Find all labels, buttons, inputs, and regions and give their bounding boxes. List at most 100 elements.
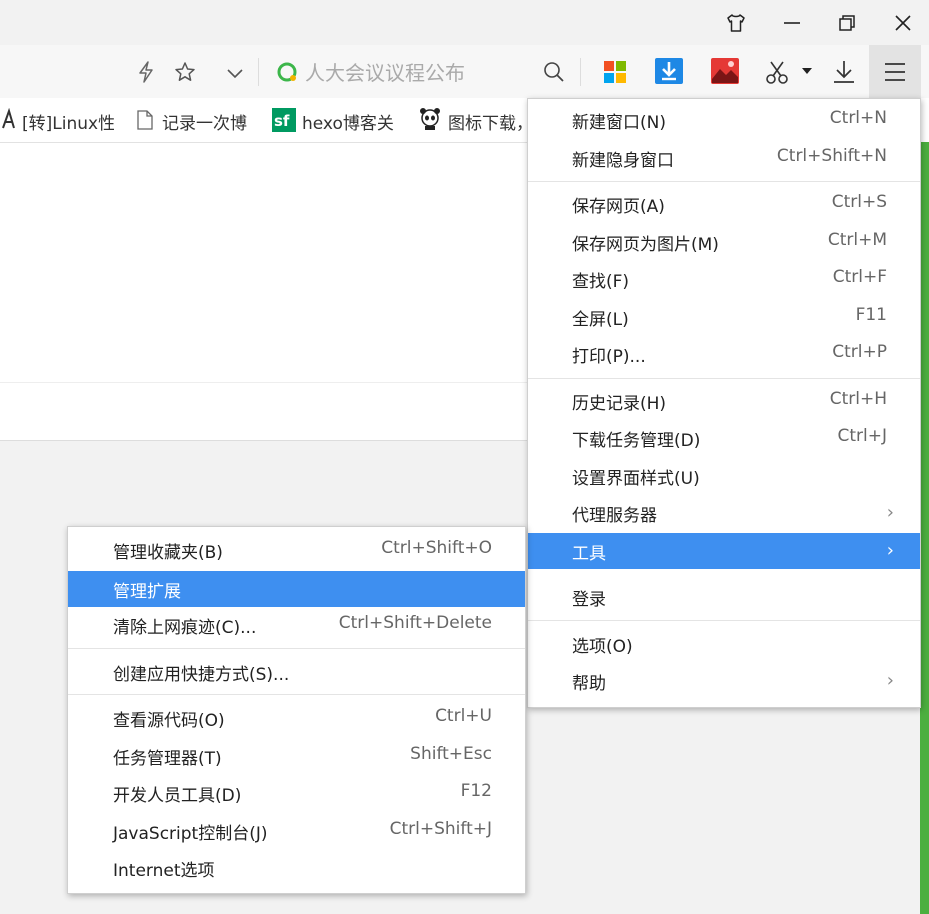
menu-item-shortcut: Ctrl+J — [837, 426, 887, 446]
scrollbar-accent — [920, 142, 929, 914]
menu-item-proxy-server[interactable]: 代理服务器 › — [528, 495, 920, 531]
menu-item-label: 工具 — [572, 544, 606, 564]
restore-icon[interactable] — [822, 0, 872, 45]
menu-item-label: 保存网页(A) — [572, 197, 665, 217]
menu-item-help[interactable]: 帮助 › — [528, 663, 920, 699]
submenu-item-create-app-shortcut[interactable]: 创建应用快捷方式(S)... — [68, 654, 525, 690]
menu-item-label: 代理服务器 — [572, 506, 657, 526]
menu-item-print[interactable]: 打印(P)... Ctrl+P — [528, 336, 920, 372]
menu-item-shortcut: Ctrl+F — [832, 267, 887, 287]
star-icon[interactable] — [172, 59, 198, 85]
menu-item-shortcut: Ctrl+U — [435, 706, 492, 726]
menu-item-label: 打印(P)... — [572, 347, 646, 367]
menu-item-options[interactable]: 选项(O) — [528, 626, 920, 662]
menu-item-new-window[interactable]: 新建窗口(N) Ctrl+N — [528, 102, 920, 138]
bookmark-item[interactable]: 记录一次博 — [162, 109, 254, 134]
menu-item-shortcut: F11 — [855, 305, 887, 325]
tools-submenu: 管理收藏夹(B) Ctrl+Shift+O 管理扩展 清除上网痕迹(C)... … — [67, 526, 526, 894]
menu-item-label: 管理扩展 — [113, 582, 181, 602]
main-menu: 新建窗口(N) Ctrl+N 新建隐身窗口 Ctrl+Shift+N 保存网页(… — [527, 98, 921, 708]
menu-item-shortcut: Shift+Esc — [410, 744, 492, 764]
menu-item-shortcut: F12 — [460, 781, 492, 801]
submenu-item-task-manager[interactable]: 任务管理器(T) Shift+Esc — [68, 738, 525, 774]
menu-icon[interactable] — [881, 59, 909, 85]
submenu-item-developer-tools[interactable]: 开发人员工具(D) F12 — [68, 775, 525, 811]
search-engine-icon — [275, 60, 299, 84]
submenu-item-clear-browsing-data[interactable]: 清除上网痕迹(C)... Ctrl+Shift+Delete — [68, 607, 525, 643]
panda-icon — [418, 106, 442, 132]
menu-item-label: 管理收藏夹(B) — [113, 543, 223, 563]
url-input[interactable]: 人大会议议程公布 — [305, 57, 465, 86]
menu-separator — [528, 378, 920, 379]
chevron-down-icon[interactable] — [224, 61, 246, 85]
menu-item-login[interactable]: 登录 — [528, 579, 920, 615]
svg-text:sf: sf — [274, 112, 290, 130]
minimize-icon[interactable] — [767, 0, 817, 45]
menu-item-shortcut: Ctrl+Shift+N — [776, 146, 887, 166]
chevron-right-icon: › — [886, 670, 894, 691]
menu-item-find[interactable]: 查找(F) Ctrl+F — [528, 261, 920, 297]
menu-separator — [68, 648, 525, 649]
menu-item-download-manager[interactable]: 下载任务管理(D) Ctrl+J — [528, 420, 920, 456]
menu-item-label: 选项(O) — [572, 637, 633, 657]
submenu-item-internet-options[interactable]: Internet选项 — [68, 850, 525, 886]
menu-item-new-incognito-window[interactable]: 新建隐身窗口 Ctrl+Shift+N — [528, 140, 920, 176]
menu-separator — [68, 694, 525, 695]
menu-item-label: 清除上网痕迹(C)... — [113, 618, 257, 638]
lightning-icon[interactable] — [134, 59, 158, 85]
menu-item-history[interactable]: 历史记录(H) Ctrl+H — [528, 383, 920, 419]
submenu-item-manage-favorites[interactable]: 管理收藏夹(B) Ctrl+Shift+O — [68, 532, 525, 568]
menu-item-shortcut: Ctrl+Shift+Delete — [338, 613, 492, 633]
skin-icon[interactable] — [711, 0, 761, 45]
menu-item-label: 历史记录(H) — [572, 394, 667, 414]
menu-item-label: JavaScript控制台(J) — [113, 824, 268, 844]
bookmark-item[interactable]: [转]Linux性 — [22, 109, 114, 134]
menu-item-label: 创建应用快捷方式(S)... — [113, 665, 290, 685]
download-arrow-icon[interactable] — [653, 56, 685, 86]
menu-item-fullscreen[interactable]: 全屏(L) F11 — [528, 299, 920, 335]
menu-item-save-page-as-image[interactable]: 保存网页为图片(M) Ctrl+M — [528, 224, 920, 260]
submenu-item-javascript-console[interactable]: JavaScript控制台(J) Ctrl+Shift+J — [68, 813, 525, 849]
menu-item-tools[interactable]: 工具 › — [528, 533, 920, 569]
image-icon[interactable] — [709, 56, 741, 86]
menu-item-shortcut: Ctrl+P — [832, 342, 887, 362]
title-bar — [0, 0, 929, 45]
menu-item-label: 保存网页为图片(M) — [572, 235, 719, 255]
menu-item-label: 开发人员工具(D) — [113, 786, 242, 806]
menu-item-shortcut: Ctrl+H — [829, 389, 887, 409]
menu-item-label: 全屏(L) — [572, 310, 629, 330]
menu-item-label: 设置界面样式(U) — [572, 469, 700, 489]
menu-item-label: 新建隐身窗口 — [572, 151, 674, 171]
menu-item-interface-style[interactable]: 设置界面样式(U) — [528, 458, 920, 494]
menu-item-label: 新建窗口(N) — [572, 113, 666, 133]
bookmark-item[interactable]: 图标下载， — [448, 109, 526, 134]
caret-down-icon[interactable] — [800, 64, 814, 78]
chevron-right-icon: › — [886, 502, 894, 523]
chevron-right-icon: › — [886, 540, 894, 561]
menu-item-label: Internet选项 — [113, 861, 215, 881]
menu-item-shortcut: Ctrl+M — [827, 230, 887, 250]
menu-item-label: 登录 — [572, 590, 606, 610]
menu-item-label: 查找(F) — [572, 272, 630, 292]
menu-item-shortcut: Ctrl+N — [829, 108, 887, 128]
menu-separator — [528, 181, 920, 182]
submenu-item-manage-extensions[interactable]: 管理扩展 — [68, 571, 525, 607]
scissors-icon[interactable] — [762, 57, 792, 87]
sf-icon: sf — [271, 108, 297, 132]
search-icon[interactable] — [541, 59, 567, 85]
bookmark-item[interactable]: hexo博客关 — [302, 109, 398, 134]
submenu-item-view-source[interactable]: 查看源代码(O) Ctrl+U — [68, 700, 525, 736]
menu-item-shortcut: Ctrl+Shift+J — [389, 819, 492, 839]
menu-item-label: 查看源代码(O) — [113, 711, 225, 731]
menu-item-label: 帮助 — [572, 674, 606, 694]
menu-item-shortcut: Ctrl+S — [831, 192, 887, 212]
menu-separator — [528, 620, 920, 621]
page-icon — [135, 108, 155, 132]
download-icon[interactable] — [829, 57, 859, 87]
menu-item-label: 下载任务管理(D) — [572, 431, 701, 451]
close-icon[interactable] — [878, 0, 928, 45]
menu-item-label: 任务管理器(T) — [113, 749, 222, 769]
menu-item-save-page[interactable]: 保存网页(A) Ctrl+S — [528, 186, 920, 222]
apps-icon[interactable] — [601, 58, 629, 86]
menu-item-shortcut: Ctrl+Shift+O — [381, 538, 492, 558]
